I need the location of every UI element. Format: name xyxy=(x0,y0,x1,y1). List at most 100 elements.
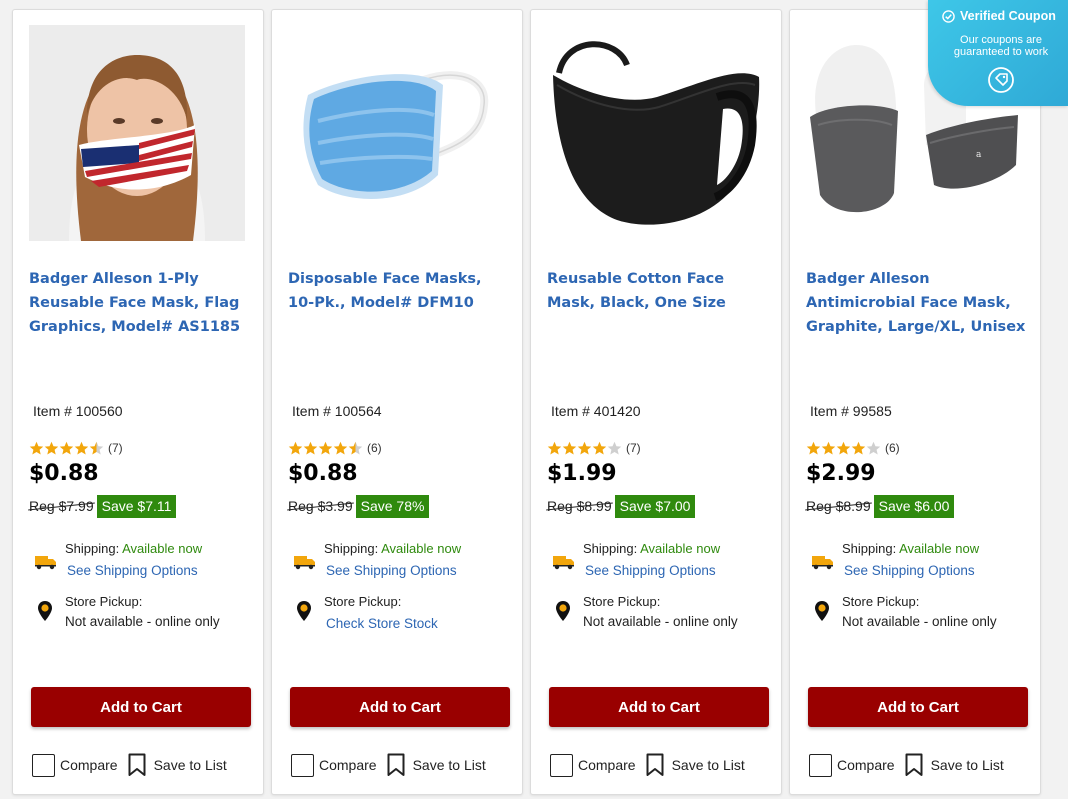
see-shipping-options-link[interactable]: See Shipping Options xyxy=(585,563,716,578)
compare-checkbox[interactable]: Compare xyxy=(550,753,636,777)
star-icon xyxy=(318,441,333,456)
map-pin-icon xyxy=(556,601,570,621)
shipping-label: Shipping: xyxy=(65,541,123,556)
coupon-message: Our coupons are guaranteed to work xyxy=(953,34,1049,58)
store-pickup-label: Store Pickup: xyxy=(583,594,661,609)
checkbox-icon[interactable] xyxy=(550,753,573,777)
regular-price-row: Reg $8.99 Save $6.00 xyxy=(806,494,955,518)
compare-checkbox[interactable]: Compare xyxy=(809,753,895,777)
sale-price: $0.88 xyxy=(29,461,99,486)
shipping-status: Available now xyxy=(122,541,203,556)
check-circle-icon xyxy=(942,9,955,23)
store-pickup-info: Store Pickup: Not available - online onl… xyxy=(810,593,1032,639)
checkbox-icon[interactable] xyxy=(32,753,55,777)
rating[interactable]: (7) xyxy=(547,439,641,457)
checkbox-icon[interactable] xyxy=(809,753,832,777)
star-icon xyxy=(851,441,866,456)
rating-count: (6) xyxy=(367,441,382,455)
shipping-info: Shipping: Available now See Shipping Opt… xyxy=(292,540,514,584)
truck-icon xyxy=(553,556,574,570)
see-shipping-options-link[interactable]: See Shipping Options xyxy=(326,563,457,578)
save-to-list-label: Save to List xyxy=(930,757,1004,773)
shipping-line: Shipping: Available now xyxy=(842,541,979,556)
save-badge: Save $6.00 xyxy=(873,494,955,518)
check-store-stock-link[interactable]: Check Store Stock xyxy=(326,616,438,631)
verified-coupon-badge[interactable]: Verified Coupon Our coupons are guarante… xyxy=(928,0,1068,106)
regular-price-row: Reg $3.99 Save 78% xyxy=(288,494,430,518)
product-title-link[interactable]: Reusable Cotton Face Mask, Black, One Si… xyxy=(547,267,769,315)
store-pickup-status: Not available - online only xyxy=(65,614,220,629)
see-shipping-options-link[interactable]: See Shipping Options xyxy=(67,563,198,578)
star-rating xyxy=(806,441,881,456)
save-badge: Save $7.11 xyxy=(96,494,177,518)
save-to-list-button[interactable]: Save to List xyxy=(646,753,745,777)
save-to-list-button[interactable]: Save to List xyxy=(128,753,227,777)
sale-price: $2.99 xyxy=(806,461,876,486)
save-to-list-button[interactable]: Save to List xyxy=(387,753,486,777)
add-to-cart-button[interactable]: Add to Cart xyxy=(290,687,510,727)
rating[interactable]: (6) xyxy=(288,439,382,457)
star-icon xyxy=(592,441,607,456)
regular-price: Reg $8.99 xyxy=(547,498,612,514)
item-number: Item # 99585 xyxy=(810,403,892,419)
see-shipping-options-link[interactable]: See Shipping Options xyxy=(844,563,975,578)
shipping-status: Available now xyxy=(640,541,721,556)
truck-icon xyxy=(35,556,56,570)
bookmark-icon xyxy=(905,753,923,777)
star-rating xyxy=(288,441,363,456)
truck-icon xyxy=(812,556,833,570)
star-icon xyxy=(333,441,348,456)
product-image[interactable] xyxy=(547,25,763,241)
bookmark-icon xyxy=(387,753,405,777)
truck-icon xyxy=(294,556,315,570)
regular-price-row: Reg $7.99 Save $7.11 xyxy=(29,494,177,518)
star-icon xyxy=(89,441,104,456)
card-actions: Compare Save to List xyxy=(809,753,1004,777)
rating[interactable]: (6) xyxy=(806,439,900,457)
svg-text:a: a xyxy=(976,150,982,160)
product-image[interactable] xyxy=(29,25,245,241)
star-icon xyxy=(44,441,59,456)
add-to-cart-button[interactable]: Add to Cart xyxy=(31,687,251,727)
shipping-label: Shipping: xyxy=(324,541,382,556)
product-grid: Badger Alleson 1-Ply Reusable Face Mask,… xyxy=(0,0,1068,799)
product-title-link[interactable]: Badger Alleson Antimicrobial Face Mask, … xyxy=(806,267,1028,339)
star-icon xyxy=(607,441,622,456)
add-to-cart-button[interactable]: Add to Cart xyxy=(808,687,1028,727)
shipping-info: Shipping: Available now See Shipping Opt… xyxy=(33,540,255,584)
item-number: Item # 100560 xyxy=(33,403,123,419)
item-number: Item # 100564 xyxy=(292,403,382,419)
star-rating xyxy=(29,441,104,456)
shipping-status: Available now xyxy=(899,541,980,556)
rating-count: (7) xyxy=(108,441,123,455)
store-pickup-label: Store Pickup: xyxy=(65,594,143,609)
map-pin-icon xyxy=(38,601,52,621)
product-card: Reusable Cotton Face Mask, Black, One Si… xyxy=(530,9,782,795)
compare-checkbox[interactable]: Compare xyxy=(32,753,118,777)
star-icon xyxy=(866,441,881,456)
card-actions: Compare Save to List xyxy=(291,753,486,777)
star-rating xyxy=(547,441,622,456)
product-title-link[interactable]: Badger Alleson 1-Ply Reusable Face Mask,… xyxy=(29,267,251,339)
map-pin-icon xyxy=(815,601,829,621)
rating-count: (6) xyxy=(885,441,900,455)
card-actions: Compare Save to List xyxy=(32,753,227,777)
add-to-cart-button[interactable]: Add to Cart xyxy=(549,687,769,727)
compare-checkbox[interactable]: Compare xyxy=(291,753,377,777)
star-icon xyxy=(836,441,851,456)
save-to-list-button[interactable]: Save to List xyxy=(905,753,1004,777)
card-actions: Compare Save to List xyxy=(550,753,745,777)
regular-price: Reg $3.99 xyxy=(288,498,353,514)
compare-label: Compare xyxy=(60,757,118,773)
shipping-label: Shipping: xyxy=(583,541,641,556)
save-badge: Save 78% xyxy=(355,494,430,518)
checkbox-icon[interactable] xyxy=(291,753,314,777)
store-pickup-status: Not available - online only xyxy=(583,614,738,629)
save-to-list-label: Save to List xyxy=(153,757,227,773)
product-image[interactable] xyxy=(288,25,504,241)
star-icon xyxy=(806,441,821,456)
product-title-link[interactable]: Disposable Face Masks, 10-Pk., Model# DF… xyxy=(288,267,510,315)
compare-label: Compare xyxy=(578,757,636,773)
bookmark-icon xyxy=(128,753,146,777)
rating[interactable]: (7) xyxy=(29,439,123,457)
